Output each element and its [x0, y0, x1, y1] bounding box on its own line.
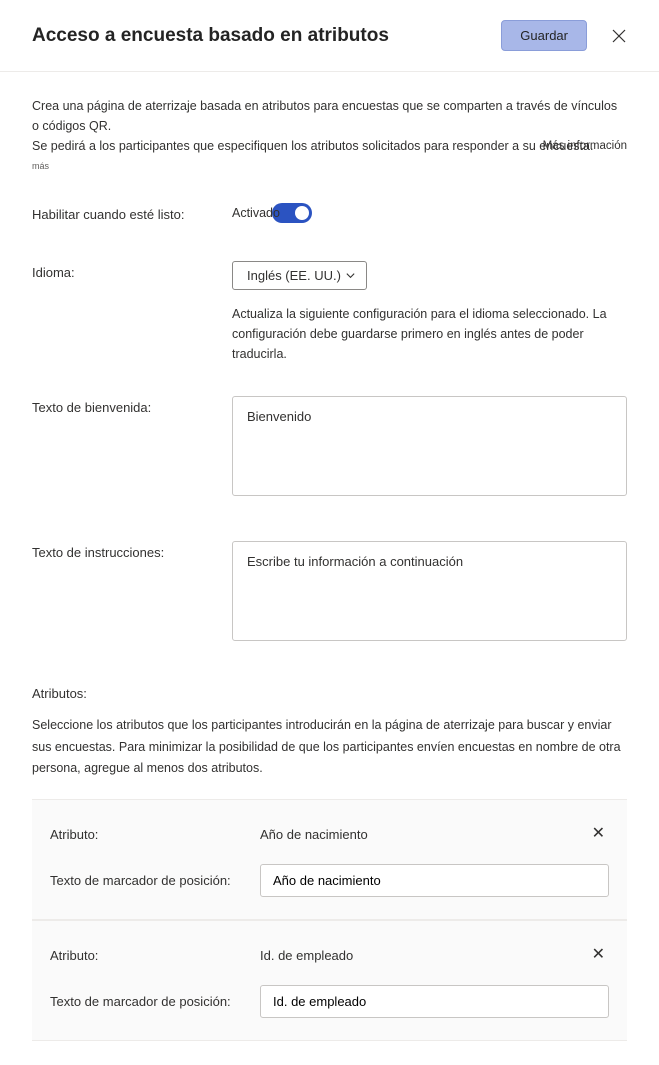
- welcome-label: Texto de bienvenida:: [32, 396, 232, 415]
- page-title: Acceso a encuesta basado en atributos: [32, 25, 501, 47]
- instructions-text-input[interactable]: [232, 541, 627, 641]
- language-selected-value: Inglés (EE. UU.): [247, 268, 341, 283]
- attribute-name-label: Atributo:: [50, 948, 260, 963]
- attribute-placeholder-input[interactable]: [260, 864, 609, 897]
- attribute-placeholder-label: Texto de marcador de posición:: [50, 873, 260, 888]
- description-line-1: Crea una página de aterrizaje basada en …: [32, 96, 627, 136]
- language-dropdown[interactable]: Inglés (EE. UU.): [232, 261, 367, 290]
- chevron-down-icon: [345, 270, 356, 281]
- attribute-name-value: Id. de empleado: [260, 948, 588, 963]
- language-label: Idioma:: [32, 261, 232, 280]
- close-button[interactable]: [607, 24, 631, 48]
- attribute-remove-button[interactable]: ✕: [588, 822, 609, 846]
- attribute-card: Atributo: Año de nacimiento ✕ Texto de m…: [32, 799, 627, 920]
- toggle-state-label: Activado: [232, 206, 280, 220]
- attribute-card: Atributo: Id. de empleado ✕ Texto de mar…: [32, 920, 627, 1041]
- description-line-3: más: [32, 159, 627, 173]
- close-icon: [611, 28, 627, 44]
- enable-label: Habilitar cuando esté listo:: [32, 203, 232, 222]
- attributes-description: Seleccione los atributos que los partici…: [32, 715, 627, 779]
- attribute-placeholder-label: Texto de marcador de posición:: [50, 994, 260, 1009]
- attribute-name-value: Año de nacimiento: [260, 827, 588, 842]
- attribute-remove-button[interactable]: ✕: [588, 943, 609, 967]
- attribute-name-label: Atributo:: [50, 827, 260, 842]
- learn-more-link[interactable]: Más información: [543, 137, 627, 155]
- description-block: Crea una página de aterrizaje basada en …: [32, 96, 627, 173]
- language-helper-text: Actualiza la siguiente configuración par…: [232, 304, 627, 364]
- attribute-placeholder-input[interactable]: [260, 985, 609, 1018]
- attributes-heading: Atributos:: [32, 686, 627, 701]
- toggle-knob: [295, 206, 309, 220]
- description-line-2: Se pedirá a los participantes que especi…: [32, 136, 627, 156]
- save-button[interactable]: Guardar: [501, 20, 587, 51]
- instructions-label: Texto de instrucciones:: [32, 541, 232, 560]
- welcome-text-input[interactable]: [232, 396, 627, 496]
